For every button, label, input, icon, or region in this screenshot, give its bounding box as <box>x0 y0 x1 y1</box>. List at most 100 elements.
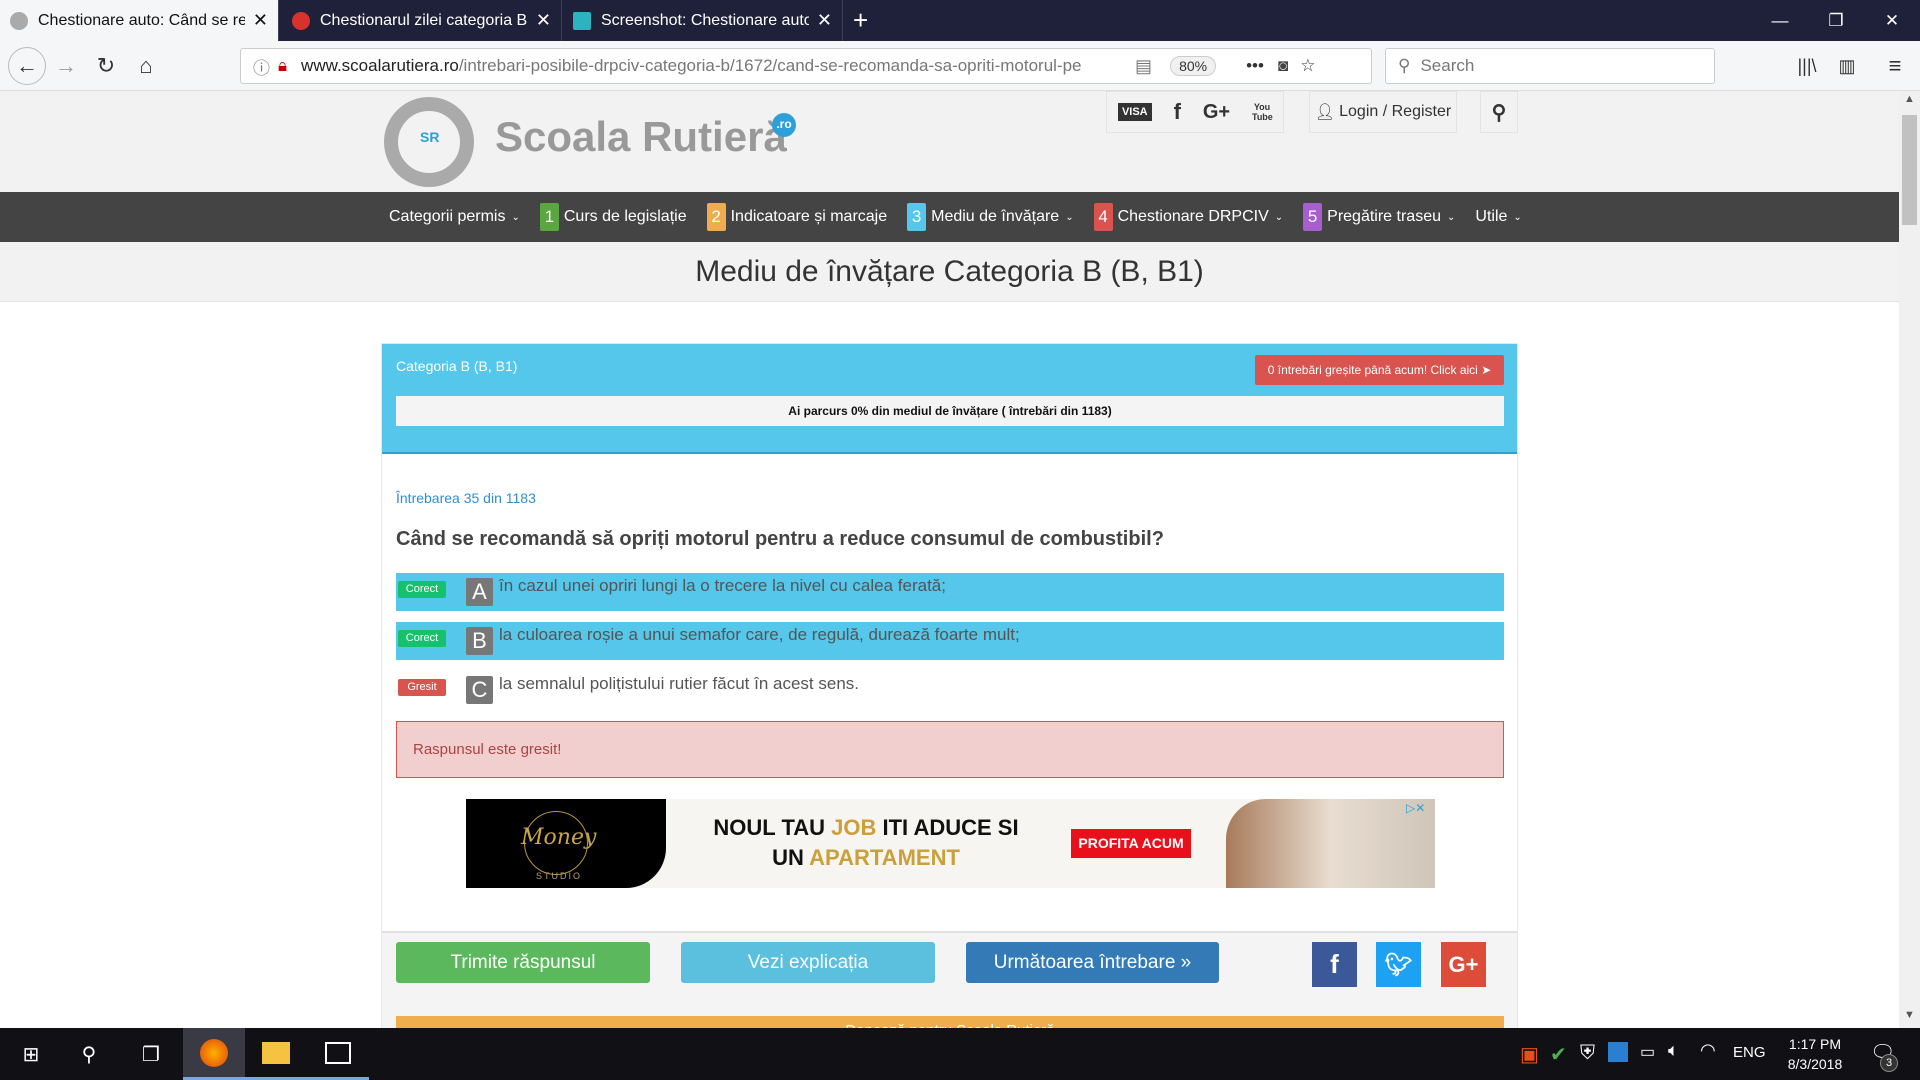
tab-3[interactable]: Screenshot: Chestionare auto: Când ✕ <box>563 0 843 41</box>
close-window-button[interactable]: ✕ <box>1864 0 1920 41</box>
main-nav: Categorii permis ⌄ 1 Curs de legislație 2I… <box>0 192 1899 242</box>
option-text: la semnalul polițistului rutier făcut în… <box>499 674 860 693</box>
chevron-down-icon: ⌄ <box>1447 211 1456 223</box>
zoom-level[interactable]: 80% <box>1170 56 1217 76</box>
new-tab-button[interactable]: + <box>843 0 887 41</box>
url-path: /intrebari-posibile-drpciv-categoria-b/1… <box>458 56 1082 75</box>
page-scrollbar[interactable]: ▲ ▼ <box>1899 91 1920 1028</box>
next-question-button[interactable]: Următoarea întrebare » <box>966 942 1219 983</box>
volume-icon[interactable]: 🔈︎ <box>1668 1040 1679 1061</box>
ad-text-highlight: JOB <box>831 815 877 840</box>
task-view-icon[interactable]: ❐ <box>120 1028 182 1080</box>
home-button[interactable]: ⌂ <box>129 49 163 83</box>
photos-icon[interactable] <box>307 1028 369 1080</box>
option-text: în cazul unei opriri lungi la o trecere … <box>499 576 946 595</box>
view-explanation-button[interactable]: Vezi explicația <box>681 942 935 983</box>
menu-icon[interactable]: ≡ <box>1878 49 1912 83</box>
back-button[interactable]: ← <box>8 47 46 85</box>
notification-count: 3 <box>1880 1054 1898 1072</box>
firefox-icon[interactable] <box>183 1028 245 1080</box>
office-icon[interactable]: ▣ <box>1520 1042 1539 1067</box>
ad-banner[interactable]: Money STUDIO NOUL TAU JOB ITI ADUCE SI UN… <box>466 799 1435 888</box>
nav-curs-legislatie[interactable]: 1 Curs de legislație <box>539 203 687 231</box>
answer-option-c[interactable]: Gresit Cla semnalul polițistului rutier f… <box>396 671 1504 709</box>
scroll-down-icon[interactable]: ▼ <box>1899 1009 1920 1021</box>
sidebar-icon[interactable]: ▥ <box>1830 49 1864 83</box>
clock[interactable]: 1:17 PM 8/3/2018 <box>1775 1034 1855 1074</box>
chevron-down-icon: ⌄ <box>1274 211 1284 223</box>
forward-button[interactable]: → <box>49 49 83 83</box>
nav-categorii-permis[interactable]: Categorii permis ⌄ <box>389 208 520 226</box>
time: 1:17 PM <box>1788 1036 1842 1052</box>
tab-active[interactable]: Chestionare auto: Când se recomandă ✕ <box>0 0 279 41</box>
status-badge: Corect <box>398 581 446 598</box>
nav-pregatire-traseu[interactable]: 5 Pregătire traseu ⌄ <box>1303 203 1455 231</box>
search-icon: ⚲ <box>1398 56 1411 75</box>
reload-button[interactable]: ↻ <box>89 49 123 83</box>
google-plus-icon[interactable]: G+ <box>1203 101 1230 124</box>
search-input[interactable]: ⚲ Search <box>1385 48 1715 84</box>
logo-initials: SR <box>420 129 440 145</box>
answer-option-a[interactable]: Corect Aîn cazul unei opriri lungi la o t… <box>396 573 1504 611</box>
windows-start-icon[interactable]: ⊞ <box>0 1028 62 1080</box>
security-shield-icon[interactable]: ⛨ <box>1580 1042 1595 1065</box>
reader-view-icon[interactable]: ▤ <box>1135 56 1152 77</box>
close-tab-icon[interactable]: ✕ <box>536 10 551 31</box>
scrollbar-thumb[interactable] <box>1902 115 1917 225</box>
wifi-icon[interactable]: ◠ <box>1700 1040 1716 1061</box>
nav-label: Curs de legislație <box>563 208 687 225</box>
facebook-icon[interactable]: f <box>1174 99 1181 125</box>
option-letter: C <box>466 676 493 704</box>
login-register-link[interactable]: 👤︎ Login / Register <box>1309 91 1457 133</box>
quiz-panel: Categoria B (B, B1) 0 întrebări greșite … <box>381 343 1518 1028</box>
file-explorer-icon[interactable] <box>245 1028 307 1080</box>
tab-2[interactable]: Chestionarul zilei categoria B - ✕ <box>282 0 562 41</box>
nav-indicatoare[interactable]: 2 Indicatoare și marcaje <box>706 203 888 231</box>
nav-label: Indicatoare și marcaje <box>730 208 888 225</box>
ad-choices-icon[interactable]: ▷✕ <box>1406 801 1425 815</box>
search-placeholder: Search <box>1420 56 1475 75</box>
battery-icon[interactable]: ▭ <box>1640 1042 1655 1062</box>
scroll-up-icon[interactable]: ▲ <box>1899 93 1920 105</box>
nav-label: Categorii permis <box>389 208 506 225</box>
twitter-share-icon[interactable]: 🐦︎ <box>1376 942 1421 987</box>
nav-mediu-invatare[interactable]: 3 Mediu de învățare ⌄ <box>907 203 1074 231</box>
donate-button[interactable]: Donează pentru Școala Rutieră <box>396 1016 1504 1028</box>
chevron-down-icon: ⌄ <box>1513 211 1522 223</box>
tab-title: Chestionare auto: Când se recomandă <box>38 11 245 29</box>
submit-answer-button[interactable]: Trimite răspunsul <box>396 942 650 983</box>
visa-icon[interactable]: VISA <box>1117 103 1152 121</box>
ad-cta-button[interactable]: PROFITA ACUM <box>1071 829 1191 858</box>
tab-bar: Chestionare auto: Când se recomandă ✕ Che… <box>0 0 1920 41</box>
bookmark-star-icon[interactable]: ☆ <box>1300 56 1315 76</box>
result-alert: Raspunsul este gresit! <box>396 721 1504 778</box>
language-indicator[interactable]: ENG <box>1733 1044 1766 1061</box>
site-search-icon[interactable]: ⚲ <box>1480 91 1518 133</box>
close-tab-icon[interactable]: ✕ <box>817 10 832 31</box>
answer-option-b[interactable]: Corect Bla culoarea roșie a unui semafor … <box>396 622 1504 660</box>
minimize-button[interactable]: — <box>1752 0 1808 41</box>
search-icon[interactable]: ⚲ <box>58 1028 120 1080</box>
nav-chestionare-drpciv[interactable]: 4 Chestionare DRPCIV ⌄ <box>1093 203 1284 231</box>
info-icon[interactable]: ⓘ <box>253 54 270 79</box>
pocket-icon[interactable]: ◙ <box>1278 56 1288 76</box>
logo-badge: .ro <box>772 113 796 137</box>
google-plus-share-icon[interactable]: G+ <box>1441 942 1486 987</box>
restore-button[interactable]: ❐ <box>1808 0 1864 41</box>
close-tab-icon[interactable]: ✕ <box>253 10 268 31</box>
nav-label: Pregătire traseu <box>1327 208 1441 225</box>
youtube-icon[interactable]: You Tube <box>1252 102 1273 122</box>
library-icon[interactable]: |||\ <box>1790 49 1824 83</box>
screenshot-tool-icon <box>573 11 591 30</box>
nav-utile[interactable]: Utile ⌄ <box>1475 208 1521 226</box>
url-bar[interactable]: ⓘ 🔒︎ www.scoalarutiera.ro/intrebari-posi… <box>240 48 1372 84</box>
nav-number: 3 <box>907 203 927 231</box>
taskbar: ⊞ ⚲ ❐ ▣ ✔ ⛨ ▭ 🔈︎ ◠ ENG 1:17 PM 8/3/2018 🗨… <box>0 1028 1920 1080</box>
facebook-share-icon[interactable]: f <box>1312 942 1357 987</box>
sync-check-icon[interactable]: ✔ <box>1550 1042 1567 1067</box>
intel-graphics-icon[interactable] <box>1608 1042 1628 1062</box>
logo-text: Scoala Rutieră <box>495 113 787 160</box>
wrong-answers-button[interactable]: 0 întrebări greșite până acum! Click aic… <box>1255 355 1504 385</box>
cursor-icon: ➤ <box>1481 363 1492 377</box>
more-actions-icon[interactable]: ••• <box>1246 56 1264 76</box>
